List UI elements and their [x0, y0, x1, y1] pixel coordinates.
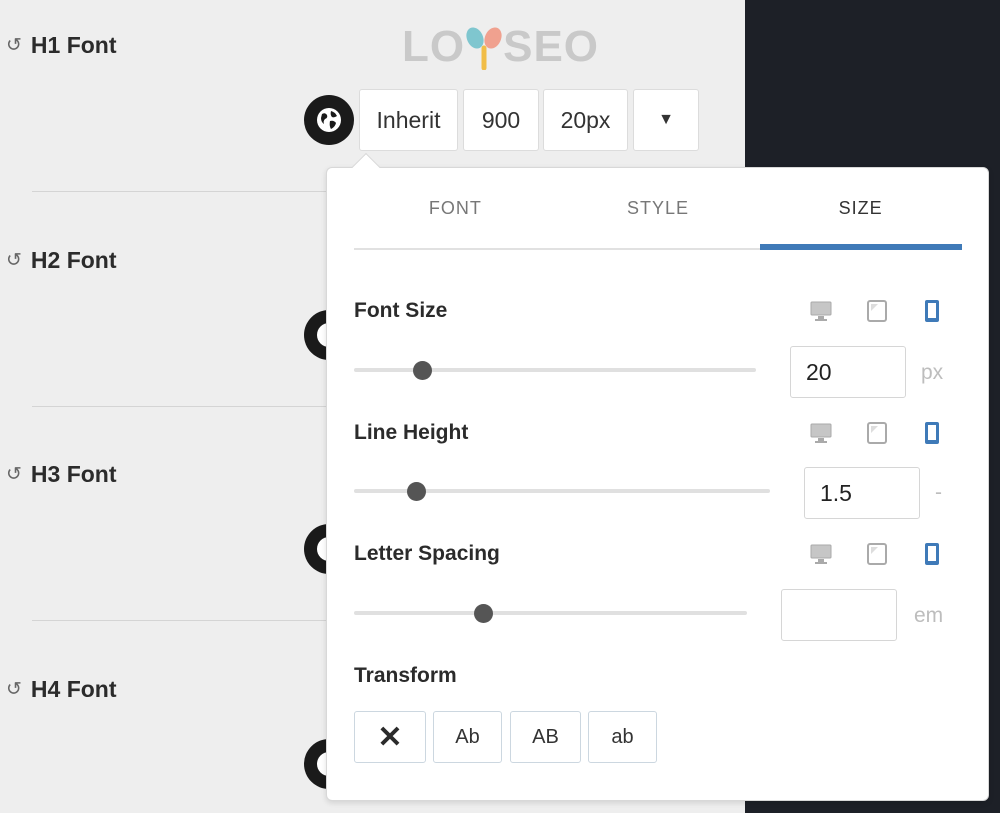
- logo-text-left: LO: [402, 22, 466, 71]
- transform-label: Transform: [354, 664, 457, 687]
- font-weight-button[interactable]: 900: [463, 89, 539, 151]
- loyseo-logo: LO SEO: [402, 22, 599, 72]
- mobile-icon[interactable]: [920, 299, 944, 323]
- tablet-icon[interactable]: [865, 421, 889, 445]
- font-size-input[interactable]: 20: [790, 346, 906, 398]
- font-settings-toggle[interactable]: ▼: [633, 89, 699, 151]
- tab-style[interactable]: STYLE: [557, 168, 760, 248]
- popover-tabs: FONT STYLE SIZE: [354, 168, 962, 250]
- desktop-icon[interactable]: [809, 299, 833, 323]
- globe-icon: [317, 108, 341, 132]
- h2-font-label: H2 Font: [30, 247, 117, 273]
- font-size-label: Font Size: [354, 299, 448, 322]
- mobile-icon[interactable]: [920, 421, 944, 445]
- h1-font-heading: ↺ H1 Font: [6, 32, 117, 59]
- font-size-slider-thumb[interactable]: [412, 361, 432, 380]
- global-font-button[interactable]: [304, 95, 354, 145]
- transform-lowercase-button[interactable]: ab: [588, 711, 657, 763]
- letter-spacing-slider-thumb[interactable]: [474, 604, 494, 623]
- reset-icon[interactable]: ↺: [6, 680, 22, 699]
- line-height-label: Line Height: [354, 421, 469, 444]
- h4-font-label: H4 Font: [30, 676, 117, 702]
- logo-leaf-icon: [466, 27, 502, 70]
- line-height-input[interactable]: 1.5: [804, 467, 920, 519]
- transform-capitalize-button[interactable]: Ab: [433, 711, 502, 763]
- tab-size[interactable]: SIZE: [759, 168, 962, 248]
- h2-font-heading: ↺ H2 Font: [6, 247, 117, 274]
- font-family-button[interactable]: Inherit: [359, 89, 458, 151]
- transform-none-button[interactable]: ✕: [354, 711, 426, 763]
- close-icon: ✕: [377, 720, 403, 754]
- letter-spacing-slider-track[interactable]: [354, 611, 747, 615]
- tab-font[interactable]: FONT: [354, 168, 557, 248]
- tablet-icon[interactable]: [865, 542, 889, 566]
- h3-font-heading: ↺ H3 Font: [6, 461, 117, 488]
- line-height-slider-thumb[interactable]: [406, 482, 426, 501]
- active-tab-indicator: [760, 244, 962, 250]
- mobile-icon[interactable]: [920, 542, 944, 566]
- logo-text-right: SEO: [503, 22, 600, 71]
- tablet-icon[interactable]: [865, 299, 889, 323]
- transform-uppercase-button[interactable]: AB: [510, 711, 581, 763]
- caret-down-icon: ▼: [658, 111, 674, 128]
- typography-popover: FONT STYLE SIZE Font Size 20 px Line Hei…: [326, 167, 989, 801]
- reset-icon[interactable]: ↺: [6, 251, 22, 270]
- letter-spacing-input[interactable]: [781, 589, 897, 641]
- h1-font-label: H1 Font: [30, 32, 117, 58]
- font-size-button[interactable]: 20px: [543, 89, 628, 151]
- font-size-unit: px: [921, 361, 944, 384]
- letter-spacing-label: Letter Spacing: [354, 542, 500, 565]
- line-height-unit: -: [935, 481, 942, 504]
- h4-font-heading: ↺ H4 Font: [6, 676, 117, 703]
- letter-spacing-unit: em: [914, 604, 944, 627]
- h3-font-label: H3 Font: [30, 461, 117, 487]
- desktop-icon[interactable]: [809, 421, 833, 445]
- reset-icon[interactable]: ↺: [6, 36, 22, 55]
- desktop-icon[interactable]: [809, 542, 833, 566]
- reset-icon[interactable]: ↺: [6, 465, 22, 484]
